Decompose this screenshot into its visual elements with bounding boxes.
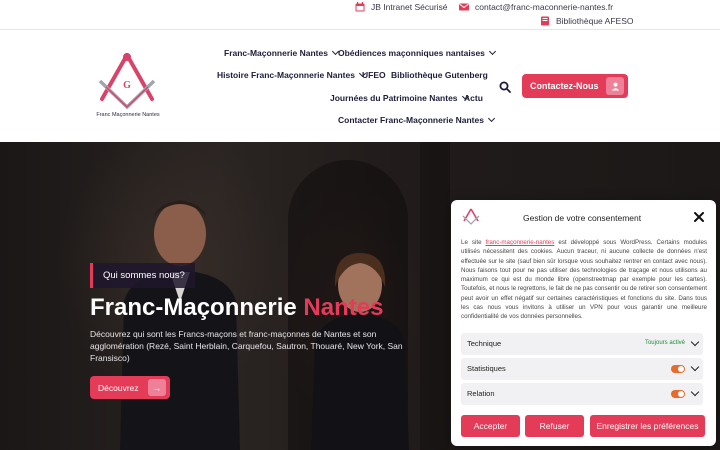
hero-tagline: Qui sommes nous?	[90, 263, 195, 288]
library-label: Bibliothèque AFESO	[556, 16, 634, 26]
hero-title-accent: Nantes	[303, 294, 384, 321]
consent-text-start: Le site	[461, 239, 486, 246]
email-label: contact@franc-maconnerie-nantes.fr	[475, 2, 614, 12]
nav-histoire[interactable]: Histoire Franc-Maçonnerie Nantes	[217, 69, 366, 80]
nav-label: Actu	[464, 93, 483, 103]
nav-label: Obédiences maçonniques nantaises	[338, 48, 485, 58]
intranet-link[interactable]: JB Intranet Sécurisé	[355, 2, 448, 12]
nav-contacter[interactable]: Contacter Franc-Maçonnerie Nantes	[338, 114, 495, 125]
save-preferences-button[interactable]: Enregistrer les préférences	[590, 415, 705, 437]
search-icon[interactable]	[499, 81, 511, 93]
contact-us-button[interactable]: Contactez-Nous	[522, 74, 628, 98]
chevron-down-icon	[487, 114, 495, 123]
contact-us-label: Contactez-Nous	[530, 81, 599, 91]
accept-button[interactable]: Accepter	[461, 415, 520, 437]
chevron-down-icon	[690, 362, 700, 372]
cookie-consent-modal: Gestion de votre consentement Le site fr…	[451, 200, 716, 446]
hero-title: Franc-Maçonnerie Nantes	[90, 294, 383, 322]
nav-label: Bibliothèque Gutenberg	[391, 70, 488, 80]
chevron-down-icon	[690, 387, 700, 397]
close-icon[interactable]	[694, 212, 704, 222]
nav-bibliotheque-gutenberg[interactable]: Bibliothèque Gutenberg	[391, 70, 488, 80]
arrow-right-icon: →	[148, 379, 166, 396]
user-icon	[606, 77, 624, 95]
library-link[interactable]: Bibliothèque AFESO	[540, 16, 634, 26]
consent-text: Le site franc-maçonnerie-nantes est déve…	[461, 238, 707, 322]
consent-site-link[interactable]: franc-maçonnerie-nantes	[486, 239, 555, 246]
hero-background-pillar	[420, 142, 450, 450]
nav-label: Histoire Franc-Maçonnerie Nantes	[217, 70, 355, 80]
statistiques-toggle[interactable]	[671, 365, 685, 373]
nav-obediences[interactable]: Obédiences maçonniques nantaises	[338, 47, 496, 58]
consent-category-relation[interactable]: Relation	[461, 383, 703, 405]
nav-label: Franc-Maçonnerie Nantes	[224, 48, 328, 58]
nav-label: Journées du Patrimoine Nantes	[330, 93, 458, 103]
nav-franc-maconnerie-nantes[interactable]: Franc-Maçonnerie Nantes	[224, 47, 339, 58]
category-label: Relation	[467, 389, 495, 398]
nav-label: UFEO	[362, 70, 386, 80]
email-link[interactable]: contact@franc-maconnerie-nantes.fr	[459, 2, 613, 12]
nav-actu[interactable]: Actu	[464, 93, 483, 103]
nav-label: Contacter Franc-Maçonnerie Nantes	[338, 115, 484, 125]
nav-ufeo[interactable]: UFEO	[362, 70, 386, 80]
calendar-icon	[355, 2, 365, 12]
consent-text-end: est développé sous WordPress. Certains m…	[461, 239, 707, 321]
hero-description: Découvrez qui sont les Francs-maçons et …	[90, 329, 403, 363]
logo-text: Franc Maçonnerie Nantes	[96, 112, 160, 118]
site-header: G Franc Maçonnerie Nantes Franc-Maçonner…	[0, 31, 720, 142]
chevron-down-icon	[488, 47, 496, 56]
hero-title-main: Franc-Maçonnerie	[90, 294, 297, 321]
chevron-down-icon	[690, 337, 700, 347]
nav-journees-patrimoine[interactable]: Journées du Patrimoine Nantes	[330, 92, 469, 103]
always-active-status: Toujours activé	[644, 340, 685, 346]
relation-toggle[interactable]	[671, 390, 685, 398]
intranet-label: JB Intranet Sécurisé	[371, 2, 448, 12]
square-compass-logo	[462, 208, 480, 225]
consent-category-statistiques[interactable]: Statistiques	[461, 358, 703, 380]
consent-category-technique[interactable]: Technique Toujours activé	[461, 333, 703, 355]
category-label: Statistiques	[467, 364, 506, 373]
book-icon	[541, 16, 549, 26]
top-bar: JB Intranet Sécurisé contact@franc-macon…	[0, 0, 720, 30]
discover-button[interactable]: Découvrez →	[90, 376, 170, 399]
envelope-icon	[459, 3, 469, 11]
refuse-button[interactable]: Refuser	[525, 415, 584, 437]
consent-title: Gestion de votre consentement	[523, 213, 642, 223]
category-label: Technique	[467, 339, 502, 348]
svg-text:G: G	[123, 80, 131, 91]
discover-label: Découvrez	[98, 382, 139, 393]
